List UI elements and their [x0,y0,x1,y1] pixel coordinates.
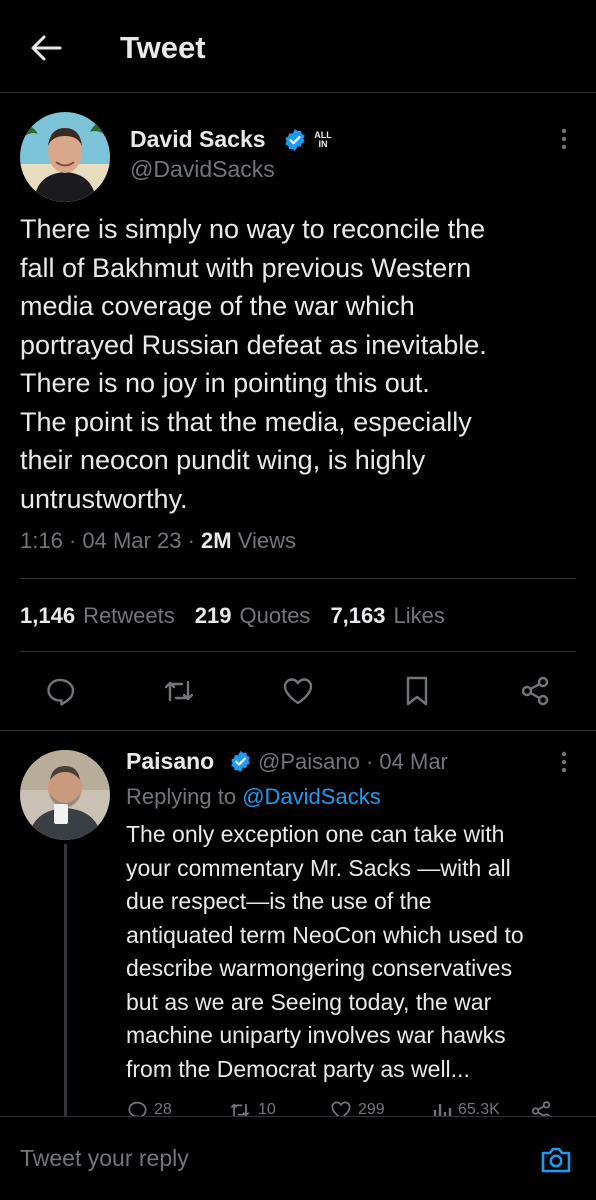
author-name[interactable]: David Sacks [130,126,266,153]
like-button[interactable] [281,674,315,708]
share-icon [531,1101,551,1116]
views-label: Views [237,528,296,553]
tweet-date[interactable]: 04 Mar 23 [82,528,181,553]
quotes-stat[interactable]: 219 Quotes [195,603,311,629]
divider [0,730,596,731]
reply-author-name[interactable]: Paisano [126,748,214,775]
reply-button[interactable] [43,674,77,708]
likes-label: Likes [393,603,445,628]
reply-retweet-button[interactable]: 10 [228,1100,276,1116]
views-icon [433,1104,452,1116]
reply-compose-bar: Tweet your reply [0,1116,596,1200]
page-title: Tweet [120,30,206,65]
retweet-icon [164,680,194,702]
tweet-text: There is simply no way to reconcile the … [20,214,487,514]
camera-icon [541,1147,571,1173]
tweet-time[interactable]: 1:16 [20,528,63,553]
reply-retweets-count: 10 [258,1101,276,1116]
affiliation-badge[interactable]: ALL IN [312,131,334,151]
reply-icon [128,1101,147,1116]
more-vertical-icon[interactable] [552,126,576,152]
retweets-label: Retweets [83,603,175,628]
divider [20,651,576,652]
engagement-stats: 1,146 Retweets 219 Quotes 7,163 Likes [20,603,445,629]
reply-author-avatar[interactable] [20,750,110,840]
reply-date[interactable]: 04 Mar [379,749,447,774]
retweet-icon [230,1103,250,1116]
quotes-count: 219 [194,603,232,628]
reply-author-handle[interactable]: @Paisano [258,749,360,774]
quotes-label: Quotes [239,603,311,628]
tweet-actions [0,668,596,714]
like-icon [331,1101,351,1116]
views-count: 2M [201,528,232,553]
reply-icon [47,678,75,706]
verified-icon [231,750,250,773]
share-button[interactable] [518,674,552,708]
share-icon [521,676,549,706]
reply-reply-button[interactable]: 28 [126,1100,172,1116]
replying-label: Replying to [126,784,237,809]
more-vertical-icon[interactable] [552,749,576,775]
camera-button[interactable] [538,1143,574,1177]
replying-to: Replying to @DavidSacks [126,784,381,810]
likes-stat[interactable]: 7,163 Likes [330,603,444,629]
reply-actions: 28 10 299 65.3K [126,1098,566,1116]
retweets-count: 1,146 [20,603,76,628]
reply-author-meta: @Paisano · 04 Mar [258,749,448,774]
back-arrow-icon [31,35,62,61]
bookmark-button[interactable] [400,674,434,708]
reply-views-button[interactable]: 65.3K [432,1100,500,1116]
reply-views-count: 65.3K [458,1101,500,1116]
reply-text: The only exception one can take with you… [126,821,524,1082]
verified-icon [285,129,305,151]
reply-likes-count: 299 [358,1101,385,1116]
likes-count: 7,163 [330,603,386,628]
reply-replies-count: 28 [154,1101,172,1116]
reply-input[interactable]: Tweet your reply [20,1145,189,1172]
author-handle[interactable]: @DavidSacks [130,156,275,183]
retweet-button[interactable] [162,674,196,708]
bookmark-icon [406,676,428,706]
reply-share-button[interactable] [530,1100,552,1116]
author-avatar[interactable] [20,112,110,202]
thread-line [64,844,67,1116]
back-button[interactable] [26,28,66,68]
like-icon [283,678,313,705]
retweets-stat[interactable]: 1,146 Retweets [20,603,175,629]
tweet-meta: 1:16 · 04 Mar 23 · 2M Views [20,528,296,553]
divider [20,578,576,579]
top-bar: Tweet [0,0,596,93]
reply-like-button[interactable]: 299 [330,1100,385,1116]
replying-to-link[interactable]: @DavidSacks [242,784,381,809]
